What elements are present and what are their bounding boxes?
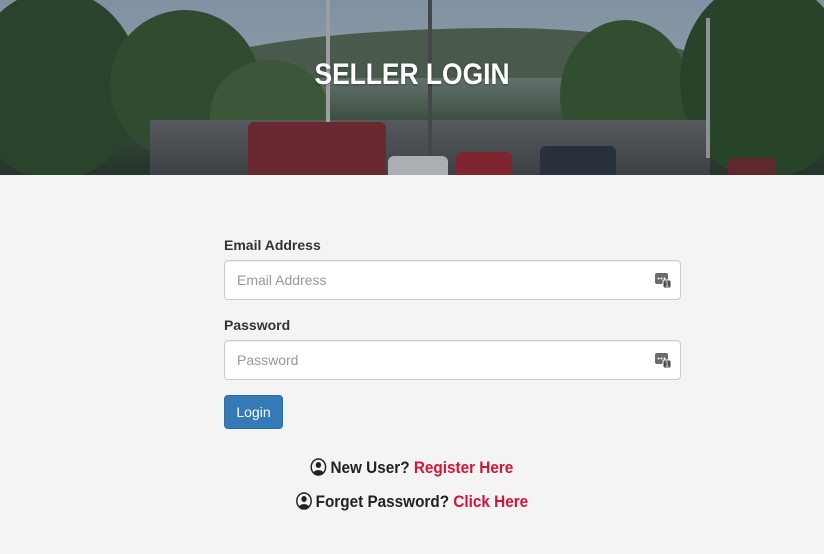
email-input-wrap: 1: [224, 260, 681, 300]
svg-text:1: 1: [665, 281, 669, 289]
password-input-wrap: 1: [224, 340, 681, 380]
user-circle-icon: [295, 492, 312, 510]
hero-banner: SELLER LOGIN: [0, 0, 824, 175]
password-manager-icon[interactable]: 1: [654, 351, 672, 369]
email-label: Email Address: [224, 237, 321, 253]
password-manager-icon[interactable]: 1: [654, 271, 672, 289]
new-user-prompt: New User?: [330, 458, 410, 477]
forgot-password-row: Forget Password? Click Here: [41, 491, 783, 513]
password-group: Password 1: [224, 316, 681, 380]
new-user-row: New User? Register Here: [41, 457, 783, 479]
password-label: Password: [224, 317, 291, 333]
register-link[interactable]: Register Here: [414, 458, 514, 477]
password-input[interactable]: [224, 340, 681, 380]
page-title: SELLER LOGIN: [314, 58, 510, 91]
email-group: Email Address 1: [224, 236, 681, 300]
email-input[interactable]: [224, 260, 681, 300]
reset-password-link[interactable]: Click Here: [453, 492, 528, 511]
login-button[interactable]: Login: [224, 395, 283, 429]
svg-text:1: 1: [665, 361, 669, 369]
forgot-password-prompt: Forget Password?: [315, 492, 450, 511]
user-circle-icon: [310, 458, 327, 476]
